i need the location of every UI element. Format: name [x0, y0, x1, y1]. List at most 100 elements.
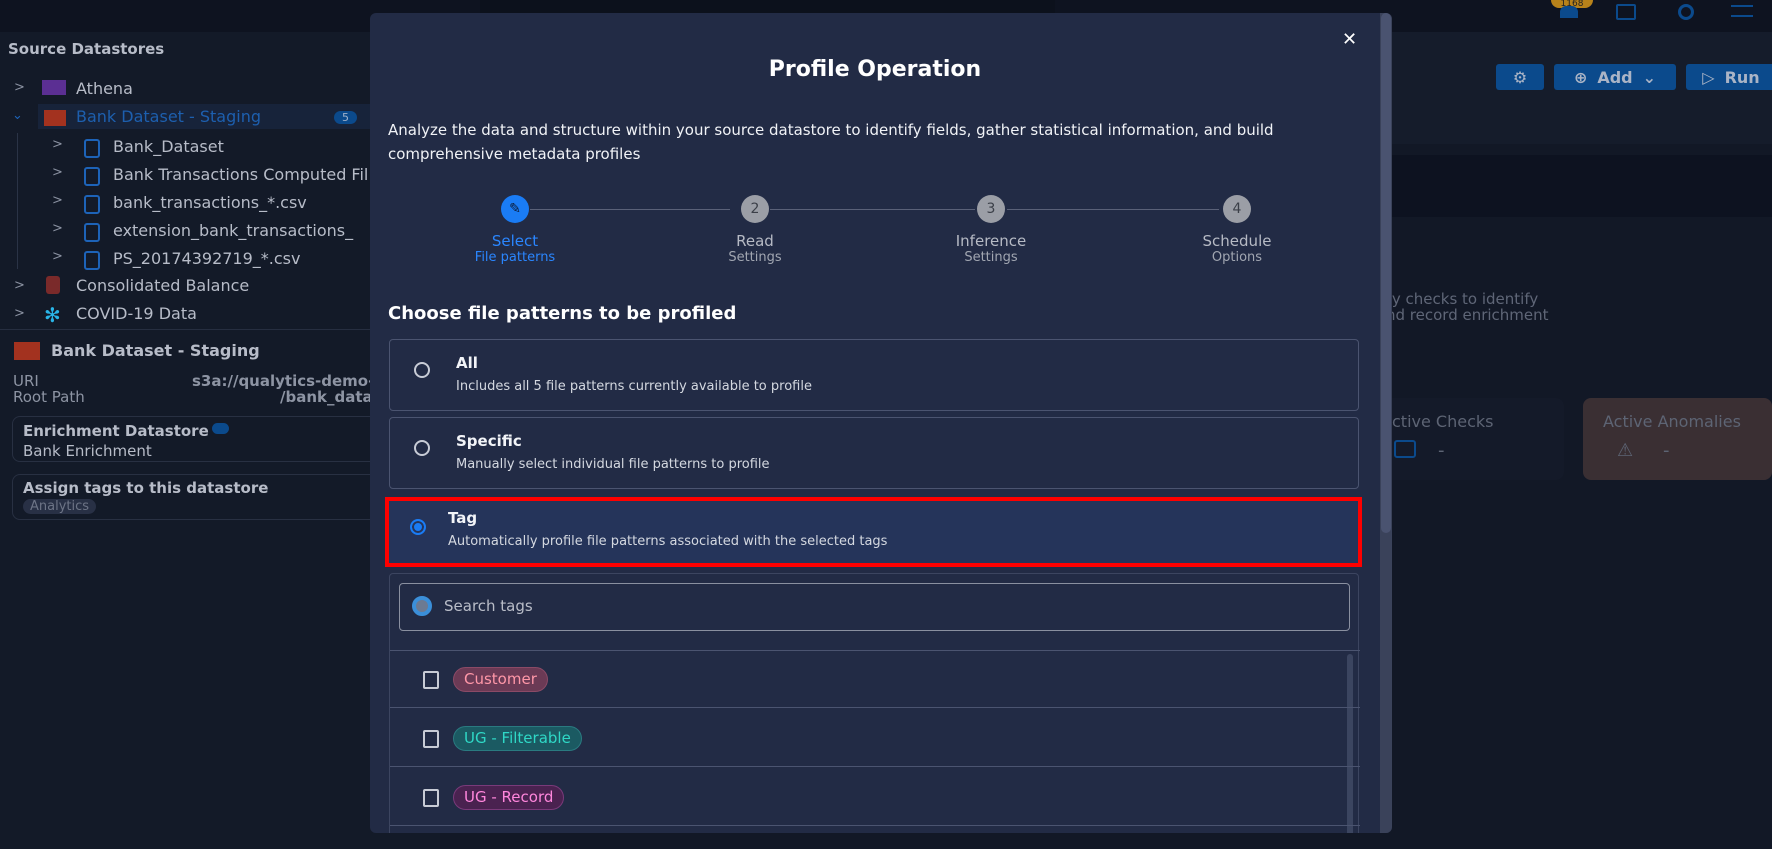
checkbox[interactable]	[423, 789, 439, 807]
modal-title: Profile Operation	[768, 57, 982, 82]
enrichment-label: Enrichment Datastore	[23, 422, 209, 440]
step-label: Read	[736, 232, 774, 250]
info-icon[interactable]	[212, 423, 229, 434]
step-schedule[interactable]: 4 Schedule Options	[1157, 195, 1317, 265]
check-icon	[1394, 440, 1416, 458]
option-description: Manually select individual file patterns…	[456, 457, 770, 472]
chevron-right-icon[interactable]: >	[14, 278, 25, 293]
step-sublabel: Settings	[964, 250, 1018, 265]
section-title: Choose file patterns to be profiled	[388, 303, 737, 324]
modal-scrollbar-thumb[interactable]	[1381, 13, 1391, 533]
datastore-covid[interactable]: COVID-19 Data	[76, 304, 197, 323]
step-sublabel: Options	[1211, 250, 1263, 265]
athena-icon	[42, 80, 66, 95]
tag-chip[interactable]: Analytics	[23, 499, 97, 514]
step-label: Inference	[955, 232, 1027, 250]
datastore-consolidated[interactable]: Consolidated Balance	[76, 276, 249, 295]
option-description: Automatically profile file patterns asso…	[448, 534, 888, 549]
step-number: 3	[977, 195, 1005, 223]
card-value: -	[1438, 440, 1445, 461]
chevron-right-icon[interactable]: >	[14, 80, 25, 95]
file-icon	[84, 223, 100, 242]
theme-icon[interactable]	[1678, 4, 1694, 20]
step-label: Schedule	[1202, 232, 1272, 250]
sidebar-title: Source Datastores	[8, 40, 165, 58]
step-label: Select	[491, 232, 539, 250]
tag-row[interactable]: Customer	[390, 650, 1360, 708]
option-description: Includes all 5 file patterns currently a…	[456, 379, 812, 394]
s3-icon	[14, 342, 40, 360]
chevron-down-icon[interactable]: ⌄	[12, 108, 23, 123]
count-badge: 5	[334, 111, 357, 124]
step-select[interactable]: ✎ Select File patterns	[435, 195, 595, 265]
add-label: Add	[1597, 67, 1633, 87]
datastore-name: Bank Dataset - Staging	[51, 341, 260, 360]
gear-icon: ⚙	[1512, 67, 1528, 87]
tree-line	[17, 133, 18, 269]
radio-button-selected[interactable]	[410, 519, 426, 535]
add-button[interactable]: ⊕ Add ⌄	[1554, 64, 1676, 90]
step-read[interactable]: 2 Read Settings	[675, 195, 835, 265]
step-inference[interactable]: 3 Inference Settings	[911, 195, 1071, 265]
run-label: Run	[1724, 67, 1760, 87]
s3-icon	[44, 110, 66, 126]
tag-pill: UG - Filterable	[453, 726, 582, 751]
search-placeholder: Search tags	[444, 597, 533, 615]
document-icon[interactable]	[1616, 4, 1636, 20]
card-title: ctive Checks	[1392, 412, 1494, 431]
profile-operation-modal: ✕ Profile Operation Analyze the data and…	[370, 13, 1392, 833]
search-tags-input[interactable]: Search tags	[399, 583, 1350, 631]
tags-label: Assign tags to this datastore	[23, 479, 269, 497]
warning-icon: ⚠	[1617, 440, 1634, 461]
file-pattern-item[interactable]: Bank_Dataset	[113, 137, 224, 156]
file-pattern-item[interactable]: PS_20174392719_*.csv	[113, 249, 300, 268]
chevron-down-icon: ⌄	[1642, 67, 1657, 87]
radio-button[interactable]	[414, 440, 430, 456]
root-path-value: /bank_data	[280, 388, 373, 406]
step-number: 2	[741, 195, 769, 223]
file-pattern-item[interactable]: Bank Transactions Computed Fil	[113, 165, 368, 184]
tag-row[interactable]: UG - Record	[390, 768, 1360, 826]
redshift-icon	[46, 276, 60, 294]
file-icon	[84, 251, 100, 270]
chevron-right-icon[interactable]: >	[14, 306, 25, 321]
snowflake-icon: ✻	[44, 303, 61, 327]
option-tag[interactable]: Tag Automatically profile file patterns a…	[385, 497, 1362, 567]
active-anomalies-card[interactable]: Active Anomalies ⚠ -	[1583, 398, 1772, 480]
datastore-athena[interactable]: Athena	[76, 79, 133, 98]
tag-row[interactable]: UG - Filterable	[390, 709, 1360, 767]
divider	[0, 329, 370, 330]
file-pattern-item[interactable]: bank_transactions_*.csv	[113, 193, 307, 212]
pencil-icon: ✎	[501, 195, 529, 223]
root-path-label: Root Path	[13, 388, 85, 406]
option-title: Tag	[448, 509, 478, 527]
step-sublabel: Settings	[728, 250, 782, 265]
settings-button[interactable]: ⚙	[1496, 64, 1544, 90]
description-line: nd record enrichment	[1386, 306, 1549, 324]
option-specific[interactable]: Specific Manually select individual file …	[389, 417, 1359, 489]
play-icon: ▷	[1702, 67, 1715, 87]
checkbox[interactable]	[423, 671, 439, 689]
plus-circle-icon: ⊕	[1573, 67, 1588, 87]
checkbox[interactable]	[423, 730, 439, 748]
datastore-bank-staging[interactable]: Bank Dataset - Staging	[76, 107, 261, 126]
modal-description: Analyze the data and structure within yo…	[388, 121, 1274, 163]
list-icon[interactable]	[1731, 5, 1753, 17]
run-button[interactable]: ▷ Run	[1686, 64, 1772, 90]
computed-file-icon	[84, 167, 100, 186]
enrichment-box: Enrichment Datastore Bank Enrichment	[12, 416, 412, 462]
option-title: Specific	[456, 432, 522, 450]
bell-icon[interactable]	[1560, 6, 1578, 18]
close-icon[interactable]: ✕	[1342, 29, 1357, 50]
tag-pill: Customer	[453, 667, 548, 692]
card-title: Active Anomalies	[1603, 412, 1741, 431]
enrichment-value[interactable]: Bank Enrichment	[23, 442, 152, 460]
tag-pill: UG - Record	[453, 785, 565, 810]
file-icon	[84, 195, 100, 214]
step-sublabel: File patterns	[474, 250, 556, 265]
option-all[interactable]: All Includes all 5 file patterns currentl…	[389, 339, 1359, 411]
radio-button[interactable]	[414, 362, 430, 378]
tags-box: Assign tags to this datastore Analytics	[12, 474, 412, 520]
file-pattern-item[interactable]: extension_bank_transactions_	[113, 221, 353, 240]
search-icon	[412, 596, 432, 616]
